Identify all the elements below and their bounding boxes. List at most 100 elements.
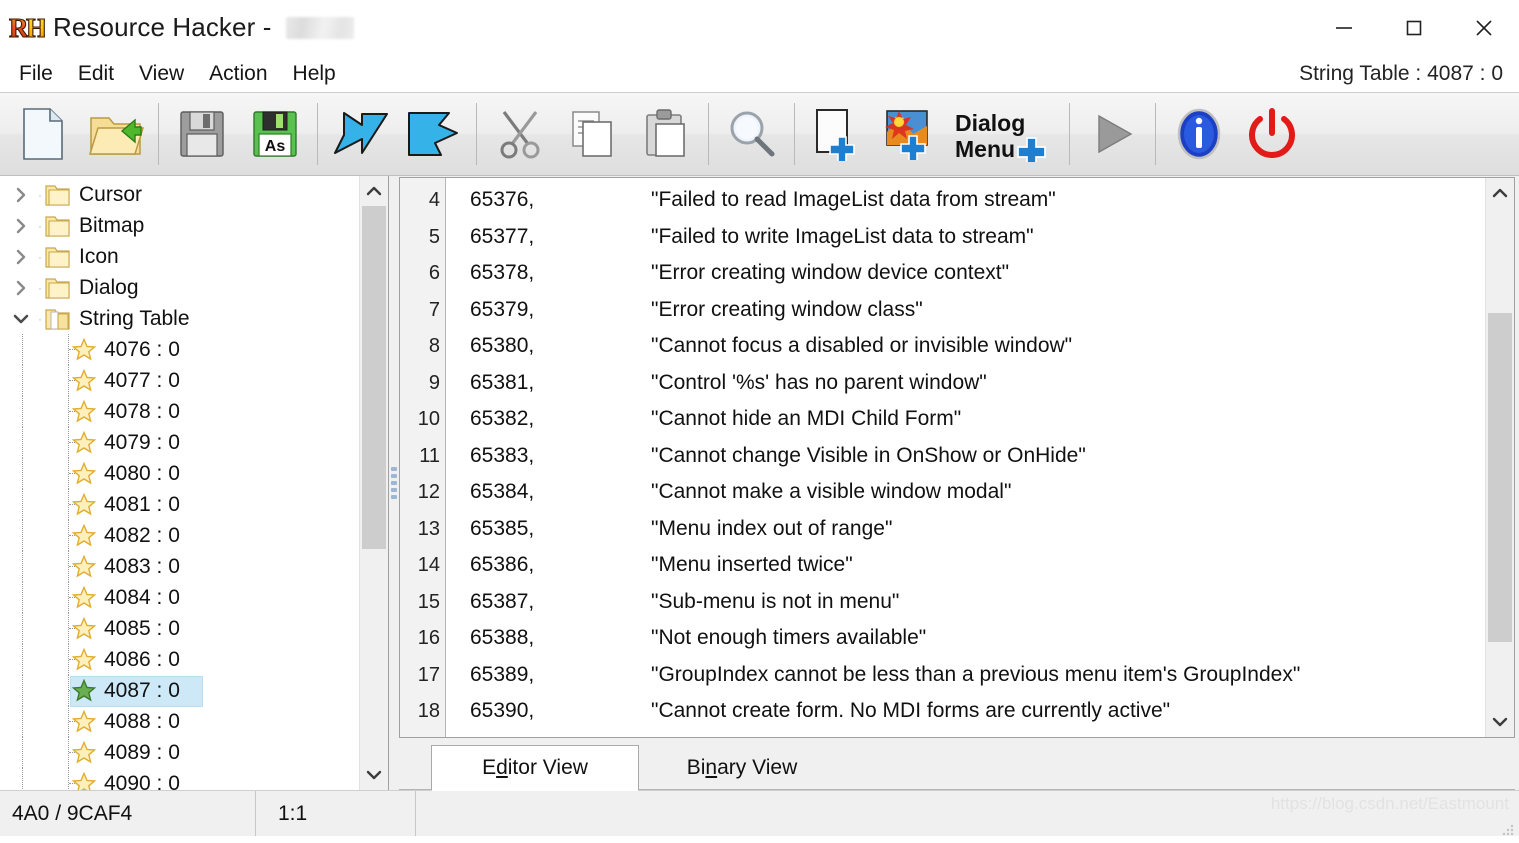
tree-item-4085[interactable]: 4085 : 0 [0,613,359,644]
string-row[interactable]: 65379, "Error creating window class" [446,292,1485,329]
info-icon [1177,108,1220,160]
add-dialog-menu-button[interactable]: Dialog Menu [947,98,1063,170]
tree-node-label: Icon [79,244,119,268]
scroll-thumb[interactable] [362,206,386,550]
toolbar-separator [794,103,795,165]
close-button[interactable] [1449,5,1519,51]
string-id: 65379, [470,297,535,321]
line-number: 14 [417,554,440,576]
string-row[interactable]: 65390, "Cannot create form. No MDI forms… [446,693,1485,730]
menu-help[interactable]: Help [282,60,347,88]
tree-item-4090[interactable]: 4090 : 0 [0,768,359,790]
menu-action[interactable]: Action [198,60,278,88]
cut-button[interactable] [483,98,556,170]
string-row[interactable]: 65384, "Cannot make a visible window mod… [446,474,1485,511]
resource-tree[interactable]: · Cursor · Bitmap · Icon · Dialog · Stri… [0,176,359,790]
scroll-up-arrow-icon[interactable] [360,176,388,206]
star-icon [72,741,96,764]
dialog-menu-icon: Dialog Menu [955,110,1046,162]
editor-view-panel[interactable]: 4 5 6 7 8 9 10 11 12 13 14 15 16 17 18 1… [399,177,1515,738]
editor-pane: 4 5 6 7 8 9 10 11 12 13 14 15 16 17 18 1… [399,176,1519,791]
tree-vertical-scrollbar[interactable] [359,176,388,790]
paste-icon [645,109,685,157]
line-number: 5 [428,225,440,248]
tree-item-4089[interactable]: 4089 : 0 [0,737,359,768]
string-row[interactable]: 65388, "Not enough timers available" [446,620,1485,657]
find-button[interactable] [715,98,788,170]
save-button[interactable] [165,98,238,170]
tree-node-cursor[interactable]: · Cursor [0,179,359,210]
tab-editor-view[interactable]: Ed itor View [431,745,639,791]
add-image-button[interactable] [874,98,947,170]
tree-item-4081[interactable]: 4081 : 0 [0,489,359,520]
tree-item-4076[interactable]: 4076 : 0 [0,334,359,365]
menu-view[interactable]: View [128,60,195,88]
chevron-right-icon[interactable] [6,241,36,272]
tree-item-label: 4082 : 0 [104,523,180,547]
undo-button[interactable] [324,98,397,170]
scroll-track[interactable] [1486,208,1514,707]
string-id: 65376, [470,188,535,211]
string-row[interactable]: 65387, "Sub-menu is not in menu" [446,584,1485,621]
string-row[interactable]: 65377, "Failed to write ImageList data t… [446,219,1485,256]
minimize-button[interactable] [1309,5,1379,51]
chevron-down-icon[interactable] [6,303,36,334]
tree-item-4080[interactable]: 4080 : 0 [0,458,359,489]
string-row[interactable]: 65389, "GroupIndex cannot be less than a… [446,657,1485,694]
scroll-down-arrow-icon[interactable] [360,760,388,790]
string-row[interactable]: 65382, "Cannot hide an MDI Child Form" [446,401,1485,438]
tree-item-4088[interactable]: 4088 : 0 [0,706,359,737]
tree-item-4079[interactable]: 4079 : 0 [0,427,359,458]
chevron-right-icon[interactable] [6,210,36,241]
maximize-button[interactable] [1379,5,1449,51]
tree-item-4078[interactable]: 4078 : 0 [0,396,359,427]
tree-node-dialog[interactable]: · Dialog [0,272,359,303]
tree-node-bitmap[interactable]: · Bitmap [0,210,359,241]
copy-button[interactable] [556,98,629,170]
string-row[interactable]: 65386, "Menu inserted twice" [446,547,1485,584]
scroll-up-arrow-icon[interactable] [1486,178,1514,208]
string-row[interactable]: 65383, "Cannot change Visible in OnShow … [446,438,1485,475]
string-value: "Cannot change Visible in OnShow or OnHi… [651,443,1086,467]
tree-item-4082[interactable]: 4082 : 0 [0,520,359,551]
menu-file[interactable]: File [8,60,64,88]
tree-item-4086[interactable]: 4086 : 0 [0,644,359,675]
about-button[interactable] [1162,98,1235,170]
string-row[interactable]: 65380, "Cannot focus a disabled or invis… [446,328,1485,365]
new-file-button[interactable] [6,98,79,170]
scroll-down-arrow-icon[interactable] [1486,707,1514,737]
redo-button[interactable] [397,98,470,170]
add-resource-button[interactable] [801,98,874,170]
exit-button[interactable] [1235,98,1308,170]
string-row[interactable]: 65381, "Control '%s' has no parent windo… [446,365,1485,402]
folder-icon [45,246,70,268]
string-value: "Cannot focus a disabled or invisible wi… [651,334,1073,357]
menu-edit[interactable]: Edit [67,60,125,88]
tree-item-4083[interactable]: 4083 : 0 [0,551,359,582]
chevron-right-icon[interactable] [6,179,36,210]
save-as-button[interactable]: As [238,98,311,170]
chevron-right-icon[interactable] [6,272,36,303]
editor-vertical-scrollbar[interactable] [1485,178,1514,737]
tree-node-string-table[interactable]: · String Table [0,303,359,334]
tree-item-4087[interactable]: 4087 : 0 [0,675,359,707]
string-value: "Menu inserted twice" [651,553,853,576]
string-row[interactable]: 65391, "A control cannot have itself as … [446,730,1485,738]
tab-binary-view[interactable]: Bi n ary View [639,746,845,790]
tree-item-4084[interactable]: 4084 : 0 [0,582,359,613]
pane-splitter[interactable] [389,176,399,790]
string-row[interactable]: 65378, "Error creating window device con… [446,255,1485,292]
scroll-track[interactable] [360,206,388,760]
splitter-grip[interactable] [391,467,397,499]
paste-button[interactable] [629,98,702,170]
tree-node-icon[interactable]: · Icon [0,241,359,272]
scroll-thumb[interactable] [1488,312,1512,643]
string-row[interactable]: 65385, "Menu index out of range" [446,511,1485,548]
resize-grip-icon[interactable] [1501,819,1515,836]
code-text-area[interactable]: 65376, "Failed to read ImageList data fr… [446,178,1485,737]
tree-item-4077[interactable]: 4077 : 0 [0,365,359,396]
tab-label-suffix: ary View [717,756,798,779]
open-file-button[interactable] [79,98,152,170]
run-button[interactable] [1076,98,1149,170]
string-row[interactable]: 65376, "Failed to read ImageList data fr… [446,182,1485,219]
